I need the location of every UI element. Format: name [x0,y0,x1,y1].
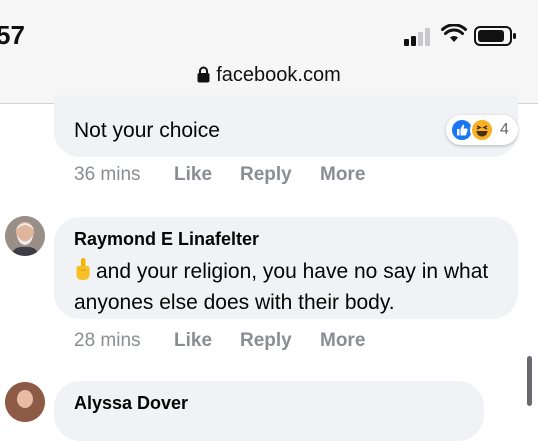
reaction-count: 4 [500,121,509,138]
url-text: facebook.com [216,64,341,86]
comment-timestamp[interactable]: 28 mins [74,330,141,352]
scrollbar[interactable] [527,356,532,406]
comment-timestamp[interactable]: 36 mins [74,164,141,186]
wifi-icon [441,23,467,49]
avatar[interactable] [5,382,45,422]
comment-bubble[interactable]: Alyssa Dover [54,381,484,441]
reaction-summary[interactable]: 4 [446,115,518,145]
more-button[interactable]: More [320,330,365,352]
browser-top-bar: 57 facebook.com [0,0,538,104]
reply-button[interactable]: Reply [240,164,292,186]
address-bar[interactable]: facebook.com [0,64,538,89]
haha-reaction-icon [470,118,494,142]
more-button[interactable]: More [320,164,365,186]
lock-icon [197,66,210,89]
comment-author[interactable]: Raymond E Linafelter [74,229,259,250]
comment-author[interactable]: Alyssa Dover [74,393,188,414]
reply-button[interactable]: Reply [240,330,292,352]
battery-icon [474,25,518,52]
middle-finger-emoji-icon [74,257,92,289]
like-button[interactable]: Like [174,330,212,352]
comment-text: Not your choice [74,119,220,142]
cellular-signal-icon [404,28,434,46]
avatar[interactable] [5,216,45,256]
comment-text: and your religion, you have no say in wh… [74,260,489,314]
comment-bubble[interactable]: Raymond E Linafelter and your religion, … [54,217,518,319]
like-button[interactable]: Like [174,164,212,186]
comment-body: and your religion, you have no say in wh… [74,257,514,317]
status-time: 57 [0,20,25,50]
